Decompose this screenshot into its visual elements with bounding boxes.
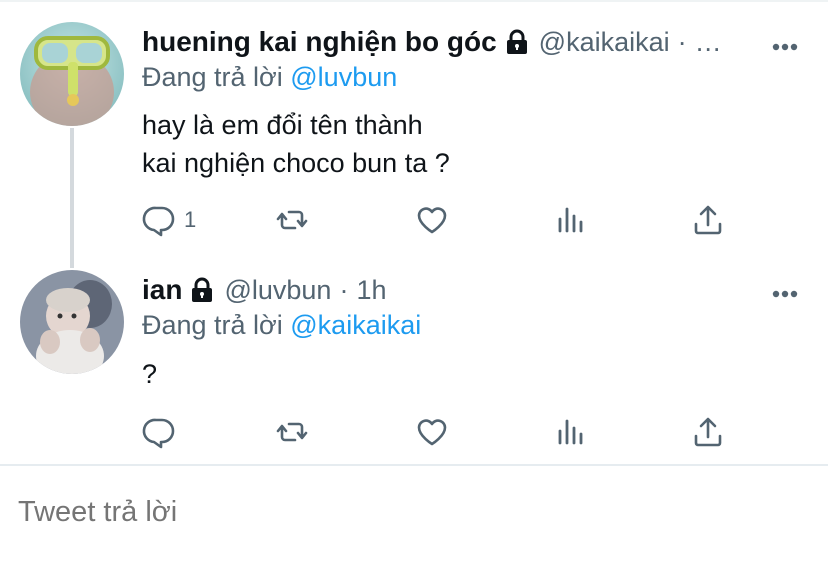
tweet-text: hay là em đổi tên thành kai nghiện choco… (142, 110, 450, 178)
more-icon[interactable] (772, 285, 798, 298)
share-icon (694, 205, 722, 235)
reply-icon (142, 418, 175, 449)
share-button[interactable] (691, 412, 725, 452)
analytics-icon (558, 207, 583, 233)
heart-icon (417, 419, 447, 446)
avatar[interactable] (20, 270, 124, 374)
handle[interactable]: @kaikaikai (539, 27, 670, 58)
retweet-button[interactable] (275, 412, 309, 452)
replying-to-label: Đang trả lời (142, 310, 291, 340)
share-button[interactable] (691, 200, 725, 240)
lock-icon (190, 277, 214, 303)
tweet-actions (142, 412, 742, 452)
separator-dot: · (677, 26, 687, 57)
reply-button[interactable]: 1 (142, 200, 196, 240)
mention-link[interactable]: @kaikaikai (290, 310, 421, 340)
reply-icon (142, 206, 175, 237)
mention-link[interactable]: @luvbun (290, 62, 397, 92)
separator-dot: · (339, 274, 349, 305)
replying-to: Đang trả lời @luvbun (142, 62, 397, 93)
lock-icon (505, 29, 529, 55)
avatar[interactable] (20, 22, 124, 126)
handle[interactable]: @luvbun (224, 275, 331, 306)
more-icon[interactable] (772, 38, 798, 51)
reply-count: 1 (184, 207, 197, 232)
tweet-header: ian @luvbun · 1h (142, 270, 387, 310)
retweet-icon (276, 210, 308, 230)
like-button[interactable] (415, 200, 449, 240)
thread-line (70, 128, 74, 268)
like-button[interactable] (415, 412, 449, 452)
timestamp[interactable]: 1h (356, 275, 386, 306)
analytics-button[interactable] (554, 200, 588, 240)
display-name[interactable]: huening kai nghiện bo góc (142, 26, 497, 58)
replying-to: Đang trả lời @kaikaikai (142, 310, 421, 341)
tweet[interactable]: huening kai nghiện bo góc @kaikaikai · …… (0, 0, 828, 268)
analytics-icon (558, 419, 583, 445)
timestamp[interactable]: … (695, 27, 722, 58)
tweet-actions: 1 (142, 200, 742, 240)
heart-icon (417, 207, 447, 234)
retweet-icon (276, 422, 308, 442)
reply-input[interactable] (18, 496, 718, 529)
tweet-text: ? (142, 359, 158, 389)
share-icon (694, 417, 722, 447)
reply-button[interactable] (142, 412, 184, 452)
analytics-button[interactable] (554, 412, 588, 452)
display-name[interactable]: ian (142, 274, 182, 306)
retweet-button[interactable] (275, 200, 309, 240)
tweet-header: huening kai nghiện bo góc @kaikaikai · … (142, 22, 722, 62)
reply-composer (0, 466, 828, 561)
replying-to-label: Đang trả lời (142, 62, 291, 92)
